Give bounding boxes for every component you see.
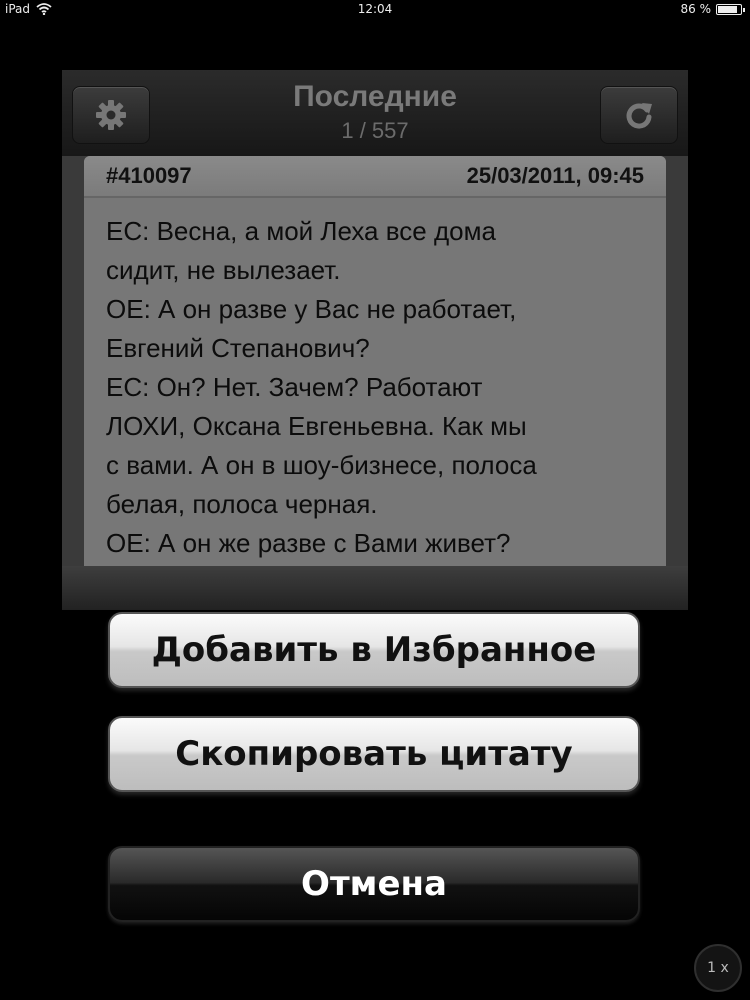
battery-icon	[716, 3, 745, 15]
navigation-bar: Последние 1 / 557	[62, 70, 688, 156]
quote-line: ЕС: Он? Нет. Зачем? Работают	[106, 372, 483, 402]
quote-text: ЕС: Весна, а мой Леха все дома сидит, не…	[106, 212, 651, 563]
quote-line: с вами. А он в шоу-бизнесе, полоса	[106, 450, 537, 480]
battery-percent: 86 %	[680, 2, 712, 16]
quote-header: #410097 25/03/2011, 09:45	[84, 156, 666, 198]
refresh-button[interactable]	[600, 86, 678, 144]
quote-id: #410097	[106, 163, 192, 188]
quote-line: ОЕ: А он разве у Вас не работает,	[106, 294, 517, 324]
cancel-button[interactable]: Отмена	[108, 846, 640, 922]
quote-line: белая, полоса черная.	[106, 489, 378, 519]
app-window: Последние 1 / 557 #410097 25/03/2011, 09…	[62, 70, 688, 610]
quote-line: сидит, не вылезает.	[106, 255, 341, 285]
add-to-favorites-button[interactable]: Добавить в Избранное	[108, 612, 640, 688]
page-counter: 1 / 557	[341, 118, 409, 143]
refresh-icon	[626, 103, 652, 129]
page-title: Последние	[293, 80, 457, 113]
copy-quote-button[interactable]: Скопировать цитату	[108, 716, 640, 792]
quote-line: Евгений Степанович?	[106, 333, 370, 363]
quote-card: #410097 25/03/2011, 09:45 ЕС: Весна, а м…	[84, 156, 666, 566]
toolbar	[62, 566, 688, 610]
quote-line: ОЕ: А он же разве с Вами живет?	[106, 528, 511, 558]
quote-date: 25/03/2011, 09:45	[466, 163, 644, 188]
status-bar: iPad 12:04 86 %	[0, 0, 750, 20]
clock: 12:04	[357, 2, 393, 16]
quote-line: ЛОХИ, Оксана Евгеньевна. Как мы	[106, 411, 527, 441]
zoom-toggle-button[interactable]: 1 x	[694, 944, 742, 992]
quote-line: ЕС: Весна, а мой Леха все дома	[106, 216, 496, 246]
